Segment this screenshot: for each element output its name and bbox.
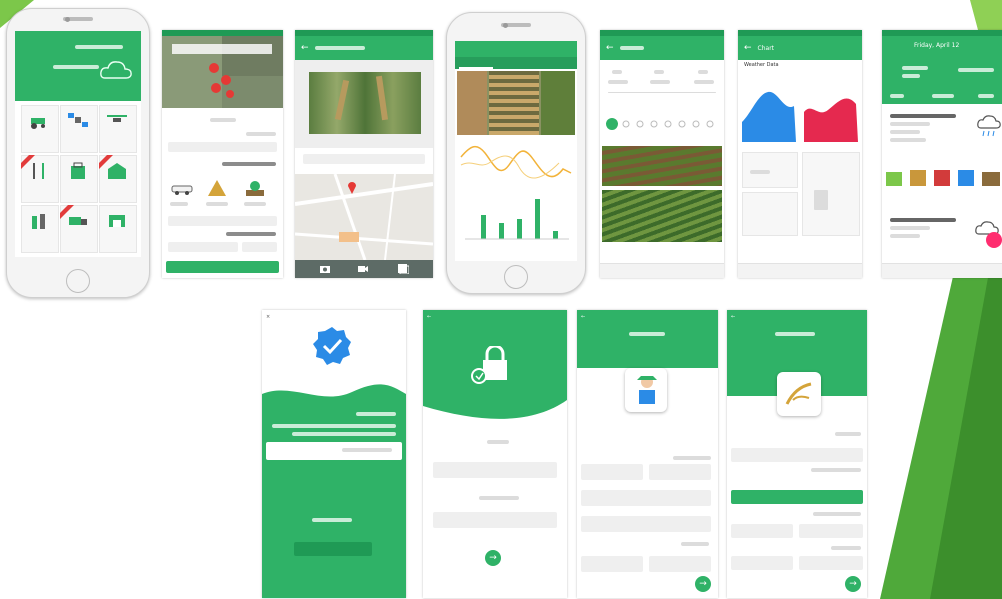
address-input[interactable] <box>581 516 711 532</box>
verified-check-icon <box>313 327 351 365</box>
text-field[interactable] <box>168 242 238 252</box>
field-card-1[interactable] <box>602 146 722 186</box>
date-selector[interactable] <box>604 116 720 132</box>
wave-header <box>262 384 406 408</box>
upload-button[interactable] <box>731 490 863 504</box>
back-arrow-icon[interactable]: ← <box>731 314 735 320</box>
back-arrow-icon[interactable]: ← <box>581 314 585 320</box>
lock-icon <box>471 346 507 384</box>
ribbon-badge <box>21 155 35 169</box>
next-fab[interactable]: → <box>845 576 861 592</box>
city-select[interactable] <box>649 556 711 572</box>
bar-chart <box>465 199 569 240</box>
screen-weather-data: ← Chart Weather Data <box>738 30 862 278</box>
description-field[interactable] <box>303 154 425 164</box>
city-select[interactable] <box>799 556 863 570</box>
screen-photo-location: ← <box>295 30 433 278</box>
car-icon[interactable] <box>170 180 194 196</box>
confirm-button[interactable] <box>294 542 372 556</box>
region-select[interactable] <box>731 556 793 570</box>
info-card <box>802 152 860 236</box>
bag-icon <box>71 162 85 179</box>
screen-farmer-registration: ← → <box>577 310 718 598</box>
screen-company-registration: ← → <box>727 310 867 598</box>
camera-icon[interactable] <box>319 263 331 274</box>
crop-photo <box>309 72 421 134</box>
submit-button[interactable] <box>166 261 279 273</box>
app-bar: ← <box>600 36 724 60</box>
confirm-password-input[interactable] <box>433 512 557 528</box>
plant-icon[interactable] <box>244 178 266 198</box>
back-arrow-icon[interactable]: ← <box>744 43 752 53</box>
satellite-icon <box>68 113 88 127</box>
next-fab[interactable]: → <box>695 576 711 592</box>
first-name-input[interactable] <box>649 464 711 480</box>
location-pin-icon <box>348 182 356 194</box>
bottles-icon <box>32 214 45 229</box>
red-area-chart <box>804 98 858 142</box>
text-field[interactable] <box>168 142 277 152</box>
farmer-icon <box>637 376 657 404</box>
screen-weather-forecast: Friday, April 12 <box>882 30 1002 278</box>
screen-dashboard: ← <box>600 30 724 278</box>
gallery-icon[interactable] <box>397 263 409 274</box>
tractor-icon <box>31 118 45 129</box>
app-bar: ← Chart <box>738 36 862 60</box>
info-card <box>742 192 798 236</box>
phone-input[interactable] <box>581 490 711 506</box>
page-title: Friday, April 12 <box>914 42 960 49</box>
page-title: Chart <box>757 44 775 52</box>
field-card-2[interactable] <box>602 190 722 242</box>
ribbon-badge <box>99 155 113 169</box>
wheat-logo-icon <box>785 382 812 405</box>
submit-fab[interactable]: → <box>485 550 501 566</box>
phone-frame-2 <box>446 12 586 294</box>
back-arrow-icon[interactable]: ← <box>427 314 431 320</box>
code-input[interactable] <box>731 524 793 538</box>
drone-icon <box>107 115 127 122</box>
screen-success: × <box>262 310 406 598</box>
rain-cloud-icon <box>977 115 1001 137</box>
section-title: Weather Data <box>744 62 779 68</box>
store-icon <box>109 215 125 227</box>
ribbon-badge <box>60 205 74 219</box>
app-bar: ← <box>295 36 433 60</box>
activity-icons-row <box>886 170 1000 186</box>
location-map[interactable] <box>295 174 433 260</box>
region-select[interactable] <box>581 556 643 572</box>
line-chart <box>460 145 572 179</box>
phone-frame-1 <box>6 8 150 298</box>
text-field[interactable] <box>168 216 277 226</box>
last-name-input[interactable] <box>581 464 643 480</box>
cloud-icon <box>100 61 132 79</box>
video-icon[interactable] <box>357 263 369 274</box>
close-icon[interactable]: × <box>266 314 270 320</box>
screen-home-grid <box>15 31 141 257</box>
text-field[interactable] <box>242 242 277 252</box>
storm-cloud-icon <box>975 221 1002 248</box>
hay-icon[interactable] <box>206 178 228 198</box>
back-arrow-icon[interactable]: ← <box>301 43 309 53</box>
blue-area-chart <box>742 91 796 142</box>
crop-photo <box>457 71 575 135</box>
wave-divider <box>423 394 567 419</box>
back-arrow-icon[interactable]: ← <box>606 43 614 53</box>
screen-analytics <box>455 41 577 261</box>
map-pin-icon <box>209 63 234 98</box>
screen-password: ← → <box>423 310 567 598</box>
screen-report-form <box>162 30 283 278</box>
phone-input[interactable] <box>799 524 863 538</box>
company-name-input[interactable] <box>731 448 863 462</box>
password-input[interactable] <box>433 462 557 478</box>
